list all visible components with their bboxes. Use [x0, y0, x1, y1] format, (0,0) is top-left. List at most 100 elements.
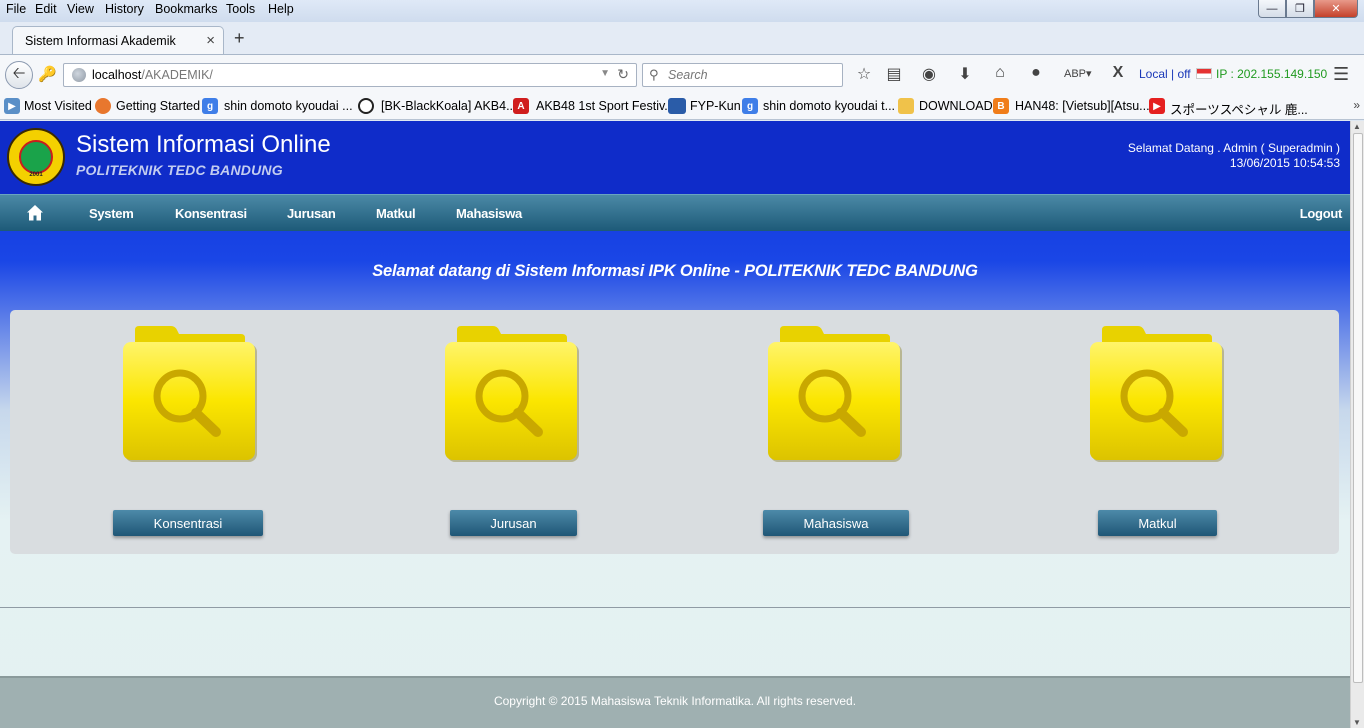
chat-icon[interactable]: ● — [1026, 64, 1046, 82]
bookmark-getting-started[interactable]: Getting Started — [116, 99, 200, 113]
minimize-button[interactable]: — — [1258, 0, 1286, 18]
menu-file[interactable]: File — [6, 2, 26, 16]
bookmark-blackkoala[interactable]: [BK-BlackKoala] AKB4... — [381, 99, 517, 113]
blackkoala-icon — [358, 98, 374, 114]
home-icon[interactable] — [26, 204, 44, 222]
nav-jurusan[interactable]: Jurusan — [287, 206, 336, 221]
hamburger-menu-icon[interactable]: ☰ — [1333, 64, 1349, 85]
scroll-down-icon[interactable]: ▼ — [1353, 718, 1361, 727]
blogger-icon: B — [993, 98, 1009, 114]
page-viewport: 2001 Sistem Informasi Online POLITEKNIK … — [0, 121, 1350, 728]
folder-search-icon[interactable] — [123, 326, 257, 466]
globe-icon — [72, 68, 86, 82]
browser-chrome: File Edit View History Bookmarks Tools H… — [0, 0, 1364, 120]
minimize-icon: — — [1266, 2, 1278, 15]
back-button[interactable]: 🡠 — [5, 61, 33, 89]
mahasiswa-button[interactable]: Mahasiswa — [763, 510, 909, 536]
tab-strip: Sistem Informasi Akademik × + — [0, 22, 1364, 54]
local-status[interactable]: Local | off — [1139, 67, 1191, 81]
site-footer: Copyright © 2015 Mahasiswa Teknik Inform… — [0, 676, 1350, 728]
window-controls: — ❐ ✕ — [1258, 0, 1358, 20]
folder-search-icon[interactable] — [1090, 326, 1224, 466]
bookmark-sports-special[interactable]: スポーツスペシャル 鹿... — [1170, 99, 1308, 118]
bookmark-fyp-kun[interactable]: FYP-Kun — [690, 99, 741, 113]
menu-tools[interactable]: Tools — [226, 2, 255, 16]
home-icon[interactable]: ⌂ — [990, 64, 1010, 82]
url-bar[interactable]: localhost/AKADEMIK/ ▼ ↻ — [63, 63, 637, 87]
nav-system[interactable]: System — [89, 206, 134, 221]
youtube-icon: ▶ — [1149, 98, 1165, 114]
menu-panel: Konsentrasi Jurusan Mahasiswa Matkul — [10, 310, 1339, 554]
menu-edit[interactable]: Edit — [35, 2, 57, 16]
menu-history[interactable]: History — [105, 2, 144, 16]
site-subtitle: POLITEKNIK TEDC BANDUNG — [76, 162, 283, 178]
welcome-user: Selamat Datang . Admin ( Superadmin ) — [1127, 141, 1340, 155]
bookmark-shin-domoto-1[interactable]: shin domoto kyoudai ... — [224, 99, 353, 113]
matkul-button[interactable]: Matkul — [1098, 510, 1217, 536]
bookmark-most-visited[interactable]: Most Visited — [24, 99, 92, 113]
maximize-icon: ❐ — [1295, 3, 1305, 15]
tab-sistem-informasi[interactable]: Sistem Informasi Akademik × — [12, 26, 224, 54]
flag-icon — [1196, 68, 1212, 79]
reading-list-icon[interactable]: ▤ — [884, 64, 904, 84]
folder-search-icon[interactable] — [445, 326, 579, 466]
folder-icon — [898, 98, 914, 114]
bookmark-star-icon[interactable]: ☆ — [854, 64, 874, 84]
close-window-button[interactable]: ✕ — [1314, 0, 1358, 18]
search-icon: ⚲ — [649, 67, 659, 82]
scroll-up-icon[interactable]: ▲ — [1353, 122, 1361, 131]
firefox-icon — [95, 98, 111, 114]
akb48-icon: A — [513, 98, 529, 114]
jurusan-button[interactable]: Jurusan — [450, 510, 577, 536]
maximize-button[interactable]: ❐ — [1286, 0, 1314, 18]
url-dropdown-icon[interactable]: ▼ — [600, 68, 610, 79]
divider — [0, 607, 1350, 608]
site-navigation: System Konsentrasi Jurusan Matkul Mahasi… — [0, 194, 1350, 231]
bookmark-shin-domoto-2[interactable]: shin domoto kyoudai t... — [763, 99, 895, 113]
logo-emblem — [19, 140, 53, 174]
ip-status: IP : 202.155.149.150 — [1216, 67, 1328, 81]
fyp-icon — [668, 98, 686, 114]
politeknik-logo: 2001 — [7, 128, 65, 186]
url-text: localhost/AKADEMIK/ — [92, 68, 213, 82]
close-icon: ✕ — [1331, 3, 1341, 15]
menu-help[interactable]: Help — [268, 2, 294, 16]
vertical-scrollbar[interactable]: ▲ ▼ — [1350, 121, 1364, 728]
scroll-thumb[interactable] — [1353, 133, 1363, 683]
chevron-right-icon[interactable]: » — [1353, 98, 1360, 112]
menu-bookmarks[interactable]: Bookmarks — [155, 2, 218, 16]
adblock-icon[interactable]: ABP▾ — [1064, 67, 1092, 80]
x-extension-icon[interactable]: X — [1108, 64, 1128, 82]
bookmarks-toolbar: ▶ Most Visited Getting Started g shin do… — [0, 92, 1364, 120]
site-title: Sistem Informasi Online — [76, 131, 331, 158]
konsentrasi-button[interactable]: Konsentrasi — [113, 510, 263, 536]
search-input[interactable]: ⚲ Search — [642, 63, 843, 87]
bookmark-akb48-sport[interactable]: AKB48 1st Sport Festiv... — [536, 99, 675, 113]
nav-mahasiswa[interactable]: Mahasiswa — [456, 206, 522, 221]
menu-view[interactable]: View — [67, 2, 94, 16]
new-tab-icon[interactable]: + — [234, 28, 245, 49]
arrow-left-icon: 🡠 — [12, 64, 26, 82]
logo-year: 2001 — [29, 172, 43, 178]
search-placeholder: Search — [668, 68, 708, 82]
nav-matkul[interactable]: Matkul — [376, 206, 416, 221]
logout-link[interactable]: Logout — [1300, 206, 1343, 221]
current-datetime: 13/06/2015 10:54:53 — [1229, 156, 1340, 170]
google-icon: g — [202, 98, 218, 114]
google-icon: g — [742, 98, 758, 114]
footer-copyright: Copyright © 2015 Mahasiswa Teknik Inform… — [493, 694, 857, 708]
welcome-message: Selamat datang di Sistem Informasi IPK O… — [372, 262, 978, 280]
folder-search-icon[interactable] — [768, 326, 902, 466]
pocket-icon[interactable]: ◉ — [919, 64, 939, 84]
menu-bar: File Edit View History Bookmarks Tools H… — [0, 0, 1364, 22]
tab-close-icon[interactable]: × — [206, 32, 215, 49]
bookmark-download[interactable]: DOWNLOAD — [919, 99, 993, 113]
key-icon[interactable]: 🔑 — [38, 65, 57, 83]
download-icon[interactable]: ⬇ — [955, 64, 975, 84]
most-visited-icon: ▶ — [4, 98, 20, 114]
bookmark-han48[interactable]: HAN48: [Vietsub][Atsu... — [1015, 99, 1150, 113]
reload-icon[interactable]: ↻ — [617, 66, 629, 83]
navigation-toolbar: 🡠 🔑 localhost/AKADEMIK/ ▼ ↻ ⚲ Search ☆ ▤… — [0, 54, 1364, 92]
site-header: 2001 Sistem Informasi Online POLITEKNIK … — [0, 121, 1350, 194]
nav-konsentrasi[interactable]: Konsentrasi — [175, 206, 247, 221]
